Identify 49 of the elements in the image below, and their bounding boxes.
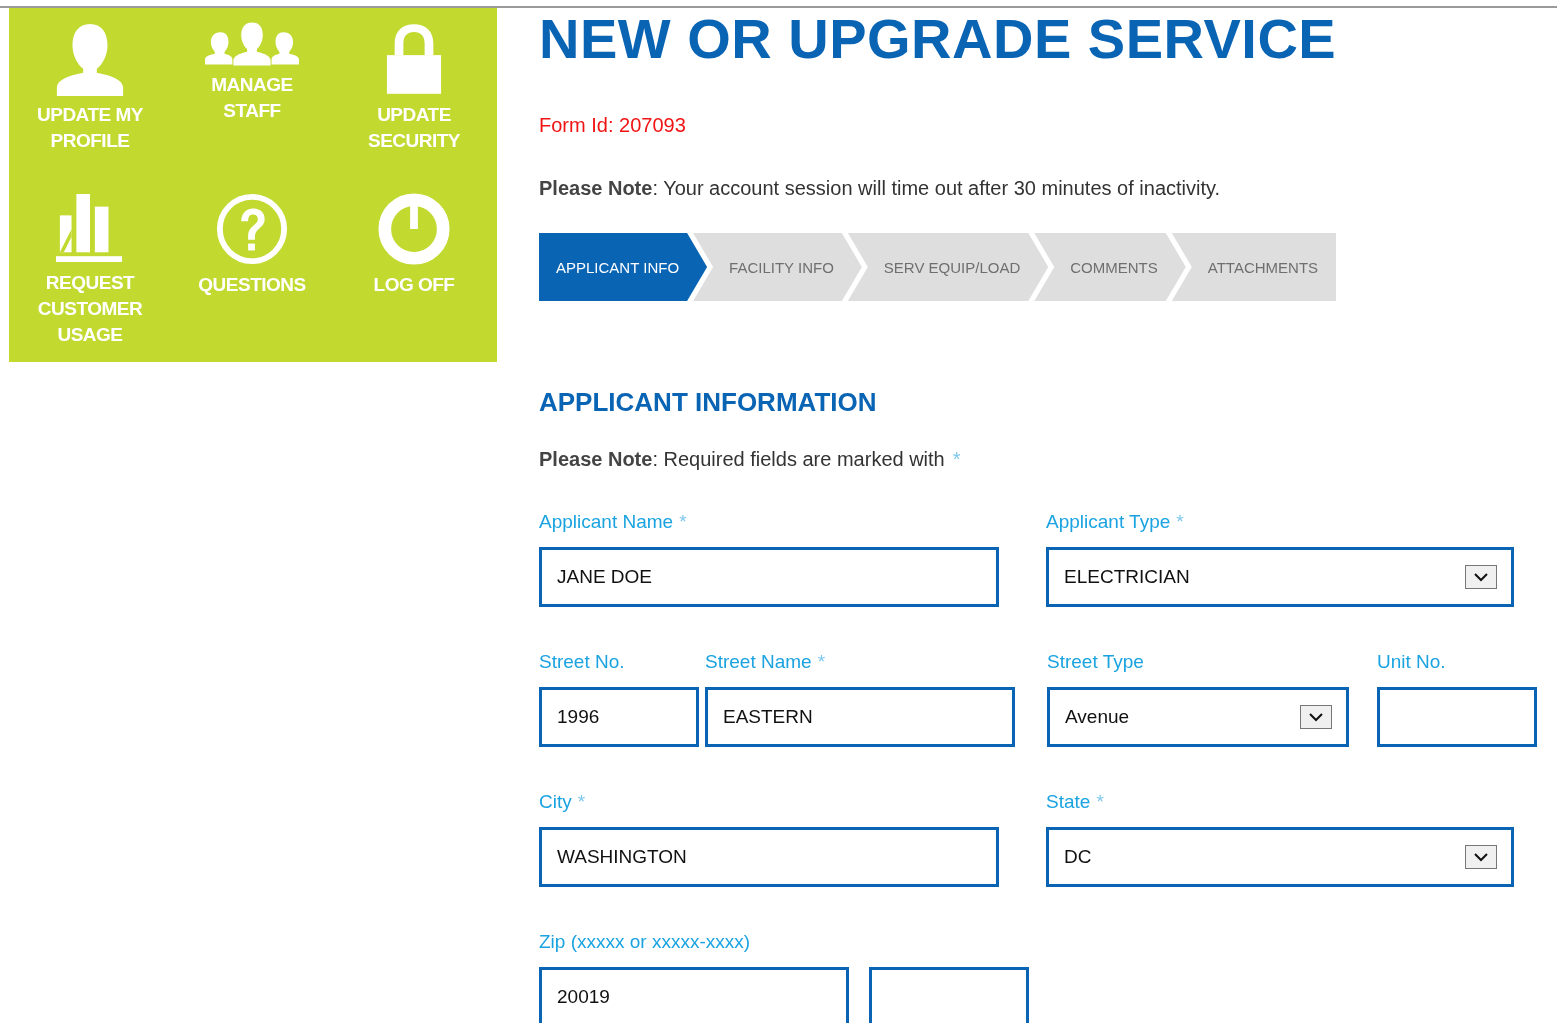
session-note: Please Note: Your account session will time out after 30 minutes of inactivity.: [539, 177, 1222, 200]
group-icon: [205, 22, 299, 66]
input-field[interactable]: JANE DOE: [539, 547, 999, 607]
input-field[interactable]: EASTERN: [705, 687, 1015, 747]
required-note: Please Note: Required fields are marked with: [539, 448, 945, 471]
help-icon: [215, 192, 289, 266]
tile-label: MANAGE STAFF: [210, 73, 294, 123]
form-id: Form Id: 207093: [539, 114, 687, 137]
field-label: City: [539, 791, 572, 814]
dropdown[interactable]: Avenue: [1047, 687, 1349, 747]
field-label: Applicant Type: [1046, 511, 1171, 534]
step-tab[interactable]: FACILITY INFO: [693, 233, 862, 301]
field-label: Street Name: [705, 651, 812, 674]
tile-label: REQUEST CUSTOMER USAGE: [36, 271, 144, 347]
dropdown[interactable]: DC: [1046, 827, 1514, 887]
caret-icon: [1465, 845, 1497, 869]
input-field[interactable]: WASHINGTON: [539, 827, 999, 887]
field-label: Street Type: [1047, 651, 1144, 674]
dropdown[interactable]: ELECTRICIAN: [1046, 547, 1514, 607]
tile-label: LOG OFF: [373, 273, 455, 297]
tile-label: QUESTIONS: [198, 273, 306, 297]
input-field[interactable]: 1996: [539, 687, 699, 747]
field-label: Unit No.: [1377, 651, 1446, 674]
field-label: Zip (xxxxx or xxxxx-xxxx): [539, 931, 751, 954]
field-label: Applicant Name: [539, 511, 674, 534]
padlock-icon: [385, 22, 443, 96]
step-tab[interactable]: APPLICANT INFO: [539, 233, 708, 301]
field-label: Street No.: [539, 651, 625, 674]
required-mark: *: [577, 791, 586, 814]
tile-label: UPDATE SECURITY: [366, 103, 462, 153]
required-mark: *: [1176, 511, 1184, 534]
caret-icon: [1465, 565, 1497, 589]
required-mark: *: [679, 511, 687, 534]
page-title: NEW OR UPGRADE SERVICE: [539, 8, 1338, 70]
tile-label: UPDATE MY PROFILE: [36, 103, 144, 153]
input-field[interactable]: [1377, 687, 1537, 747]
caret-icon: [1300, 705, 1332, 729]
section-heading: APPLICANT INFORMATION: [539, 387, 878, 418]
bar-chart-icon: [56, 192, 124, 264]
step-tab[interactable]: ATTACHMENTS: [1171, 233, 1337, 301]
step-tab[interactable]: SERV EQUIP/LOAD: [847, 233, 1049, 301]
input-field[interactable]: [869, 967, 1029, 1023]
required-mark: *: [817, 651, 826, 674]
input-field[interactable]: 20019: [539, 967, 849, 1023]
required-mark: *: [952, 448, 961, 471]
required-mark: *: [1096, 791, 1104, 814]
power-icon: [377, 192, 451, 266]
field-label: State: [1046, 791, 1091, 814]
step-tab[interactable]: COMMENTS: [1034, 233, 1186, 301]
